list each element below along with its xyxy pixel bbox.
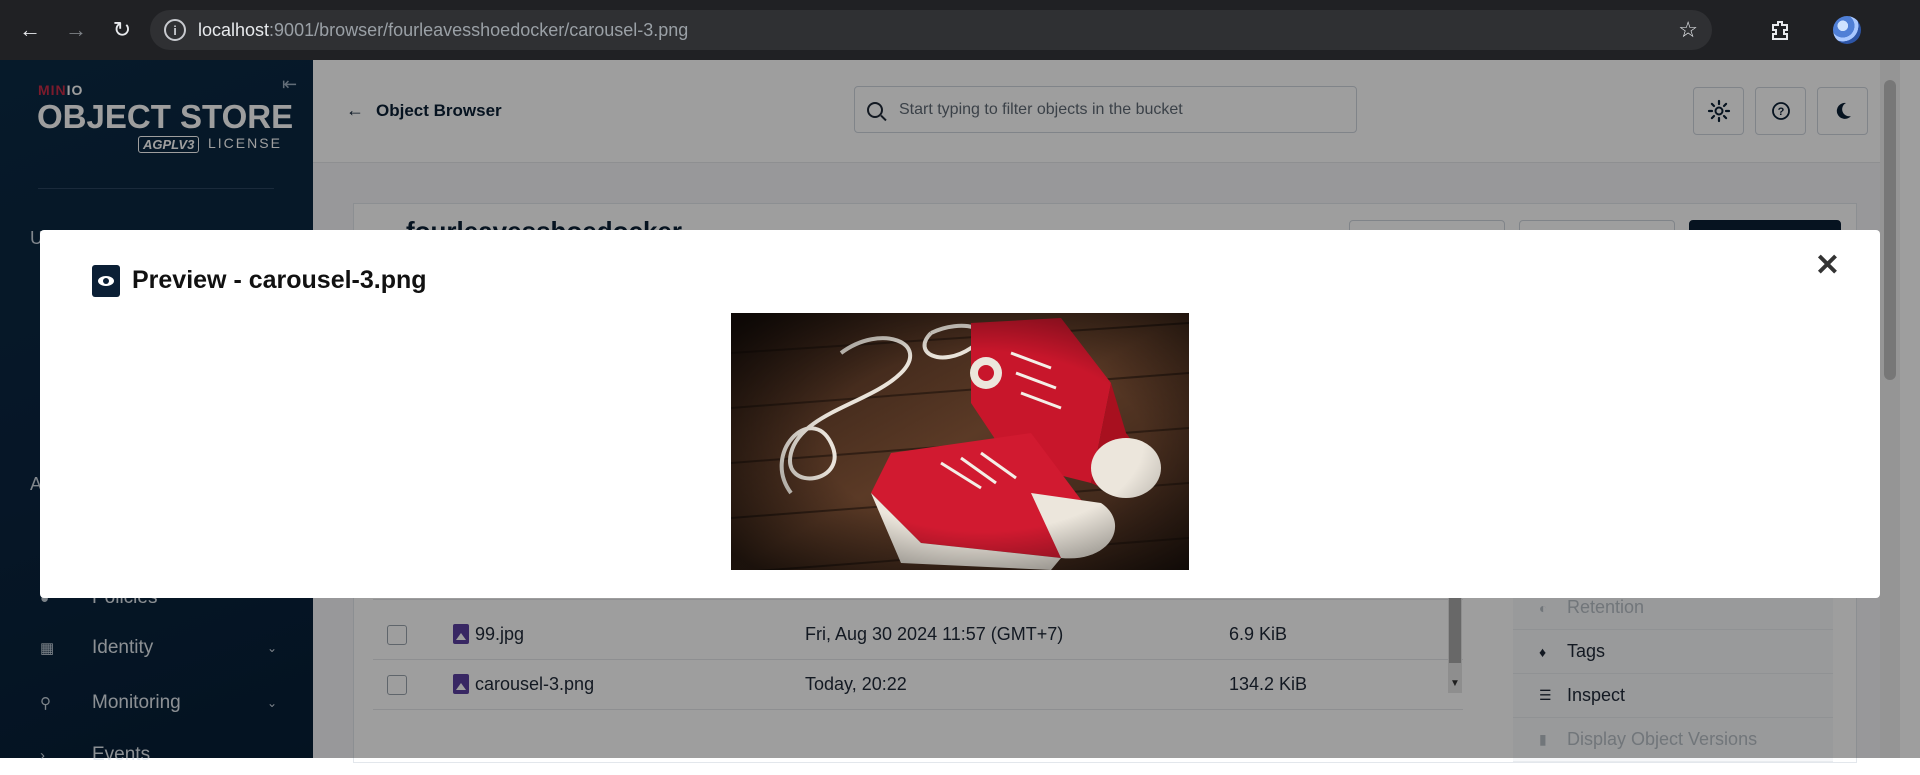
url-path: :9001/browser/fourleavesshoedocker/carou… <box>269 19 689 40</box>
preview-eye-icon <box>92 265 120 297</box>
close-icon[interactable]: ✕ <box>1815 248 1840 283</box>
modal-title: Preview - carousel-3.png <box>132 266 427 294</box>
address-bar[interactable]: i localhost:9001/browser/fourleavesshoed… <box>150 10 1712 50</box>
url-host: localhost <box>198 19 270 40</box>
reload-icon[interactable]: ↻ <box>102 10 142 50</box>
site-info-icon[interactable]: i <box>164 19 186 41</box>
back-arrow-icon[interactable]: ← <box>10 10 50 50</box>
bookmark-star-icon[interactable]: ☆ <box>1678 17 1698 43</box>
extensions-icon[interactable] <box>1760 10 1800 50</box>
forward-arrow-icon[interactable]: → <box>56 10 96 50</box>
profile-avatar[interactable] <box>1827 10 1867 50</box>
image-preview <box>731 313 1189 570</box>
browser-toolbar: ← → ↻ i localhost:9001/browser/fourleave… <box>0 0 1920 60</box>
url-text[interactable]: localhost:9001/browser/fourleavesshoedoc… <box>198 20 688 41</box>
preview-modal: Preview - carousel-3.png ✕ <box>40 230 1880 598</box>
